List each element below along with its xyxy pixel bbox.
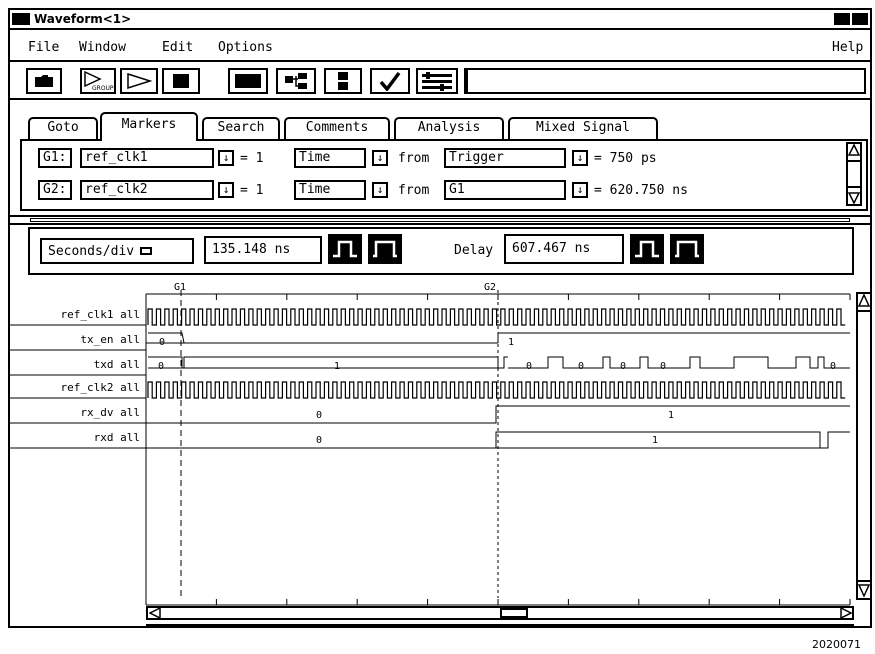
rx-dv-value-0: 0 (316, 410, 322, 421)
clock-waveforms (147, 308, 846, 399)
signal-name-tx-en[interactable]: tx_en all (80, 333, 140, 346)
signal-name-txd[interactable]: txd all (94, 358, 140, 371)
txd-value-4: 0 (620, 361, 626, 372)
waveform-ref-clk1 (147, 308, 846, 326)
tab-markers[interactable]: Markers (100, 112, 198, 141)
txd-value-3: 0 (578, 361, 584, 372)
signal-name-ref-clk1[interactable]: ref_clk1 all (61, 308, 140, 321)
horizontal-scroll-thumb[interactable] (500, 608, 528, 618)
rxd-value-0: 0 (316, 435, 322, 446)
vertical-scrollbar[interactable] (856, 292, 872, 600)
waveform-txd-upper (148, 356, 508, 369)
rxd-value-1: 1 (652, 435, 658, 446)
tx-en-value-0: 0 (159, 337, 165, 348)
signal-name-ref-clk2[interactable]: ref_clk2 all (61, 381, 140, 394)
horizontal-scroll-track-line (146, 624, 854, 626)
waveform-display[interactable]: G1 G2 ref_clk1 all tx_en all txd all ref… (0, 0, 875, 654)
signal-name-rxd[interactable]: rxd all (94, 431, 140, 444)
txd-value-5: 0 (660, 361, 666, 372)
scroll-up-icon[interactable] (858, 294, 870, 308)
rx-dv-value-1: 1 (668, 410, 674, 421)
waveform-txd (148, 356, 850, 369)
scroll-down-icon[interactable] (858, 584, 870, 598)
waveform-tx-en (146, 332, 850, 344)
scroll-right-icon[interactable] (840, 608, 852, 618)
waveform-ref-clk2 (147, 381, 846, 399)
txd-value-6: 0 (830, 361, 836, 372)
vertical-scroll-track[interactable] (858, 310, 870, 582)
tx-en-value-1: 1 (508, 337, 514, 348)
signal-name-rx-dv[interactable]: rx_dv all (80, 406, 140, 419)
txd-value-2: 0 (526, 361, 532, 372)
marker-g2-label: G2 (484, 282, 496, 293)
waveform-rx-dv (146, 405, 850, 424)
horizontal-scrollbar[interactable] (146, 606, 854, 620)
marker-g1-label: G1 (174, 282, 186, 293)
figure-id: 2020071 (812, 638, 861, 651)
txd-value-0: 0 (158, 361, 164, 372)
txd-value-1: 1 (334, 361, 340, 372)
scroll-left-icon[interactable] (149, 608, 161, 618)
